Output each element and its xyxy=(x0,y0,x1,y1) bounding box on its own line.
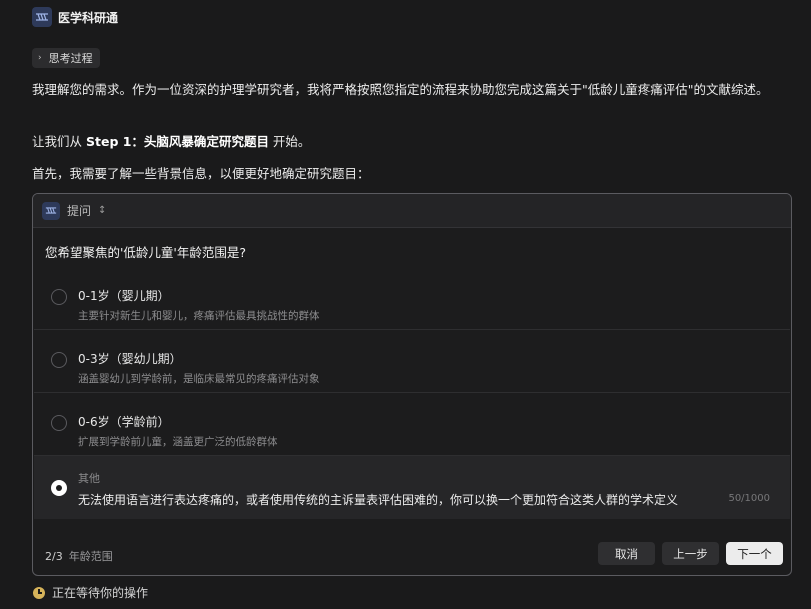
cancel-button[interactable]: 取消 xyxy=(598,542,655,565)
option-title: 其他 xyxy=(78,472,100,485)
panel-logo-icon xyxy=(42,201,60,220)
radio-button[interactable] xyxy=(51,352,67,368)
panel-footer: 2/3 年龄范围 取消 上一步 下一个 xyxy=(33,534,791,574)
option-title: 0-3岁（婴幼儿期） xyxy=(78,352,182,366)
status-bar: 正在等待你的操作 xyxy=(33,584,148,601)
option-desc: 主要针对新生儿和婴儿，疼痛评估最具挑战性的群体 xyxy=(78,310,320,322)
panel-header: 提问 ↕ xyxy=(33,194,791,228)
option-0-3[interactable]: 0-3岁（婴幼儿期） 涵盖婴幼儿到学龄前，是临床最常见的疼痛评估对象 xyxy=(34,330,790,393)
app-logo-icon xyxy=(32,7,52,27)
question-panel: 提问 ↕ 您希望聚焦的'低龄儿童'年龄范围是? 0-1岁（婴儿期） 主要针对新生… xyxy=(32,193,792,576)
option-0-1[interactable]: 0-1岁（婴儿期） 主要针对新生儿和婴儿，疼痛评估最具挑战性的群体 xyxy=(34,267,790,330)
prev-button[interactable]: 上一步 xyxy=(662,542,719,565)
app-header: 医学科研通 xyxy=(32,7,118,27)
option-0-6[interactable]: 0-6岁（学龄前） 扩展到学龄前儿童，涵盖更广泛的低龄群体 xyxy=(34,393,790,456)
status-text: 正在等待你的操作 xyxy=(52,586,149,600)
message-paragraph-1: 我理解您的需求。作为一位资深的护理学研究者，我将严格按照您指定的流程来协助您完成… xyxy=(32,82,769,97)
options-list: 0-1岁（婴儿期） 主要针对新生儿和婴儿，疼痛评估最具挑战性的群体 0-3岁（婴… xyxy=(34,267,790,519)
chevron-right-icon: › xyxy=(38,53,42,63)
option-title: 0-1岁（婴儿期） xyxy=(78,289,170,303)
option-title: 0-6岁（学龄前） xyxy=(78,415,170,429)
clock-icon xyxy=(33,586,45,599)
step-number: 2/3 xyxy=(45,550,63,563)
radio-button[interactable] xyxy=(51,415,67,431)
collapse-icon[interactable]: ↕ xyxy=(98,205,106,216)
option-other[interactable]: 其他 无法使用语言进行表达疼痛的，或者使用传统的主诉量表评估困难的，你可以换一个… xyxy=(34,456,790,519)
option-desc: 扩展到学龄前儿童，涵盖更广泛的低龄群体 xyxy=(78,436,278,448)
p2-bold: Step 1：头脑风暴确定研究题目 xyxy=(85,134,269,149)
step-indicator: 2/3 年龄范围 xyxy=(45,548,113,564)
message-paragraph-3: 首先，我需要了解一些背景信息，以便更好地确定研究题目： xyxy=(32,166,370,181)
panel-label: 提问 xyxy=(67,204,92,218)
question-text: 您希望聚焦的'低龄儿童'年龄范围是? xyxy=(45,245,247,260)
char-counter: 50/1000 xyxy=(728,493,770,504)
message-paragraph-2: 让我们从 Step 1：头脑风暴确定研究题目 开始。 xyxy=(32,131,787,152)
thinking-label: 思考过程 xyxy=(48,52,93,65)
p2-prefix: 让我们从 xyxy=(32,134,86,149)
next-button[interactable]: 下一个 xyxy=(726,542,783,565)
radio-button-selected[interactable] xyxy=(51,480,67,496)
option-desc: 涵盖婴幼儿到学龄前，是临床最常见的疼痛评估对象 xyxy=(78,373,320,385)
thinking-toggle[interactable]: › 思考过程 xyxy=(32,48,100,68)
radio-button[interactable] xyxy=(51,289,67,305)
other-input[interactable]: 无法使用语言进行表达疼痛的，或者使用传统的主诉量表评估困难的，你可以换一个更加符… xyxy=(78,491,718,508)
p2-suffix: 开始。 xyxy=(268,134,311,149)
app-title: 医学科研通 xyxy=(58,10,119,25)
step-label: 年龄范围 xyxy=(68,550,113,563)
